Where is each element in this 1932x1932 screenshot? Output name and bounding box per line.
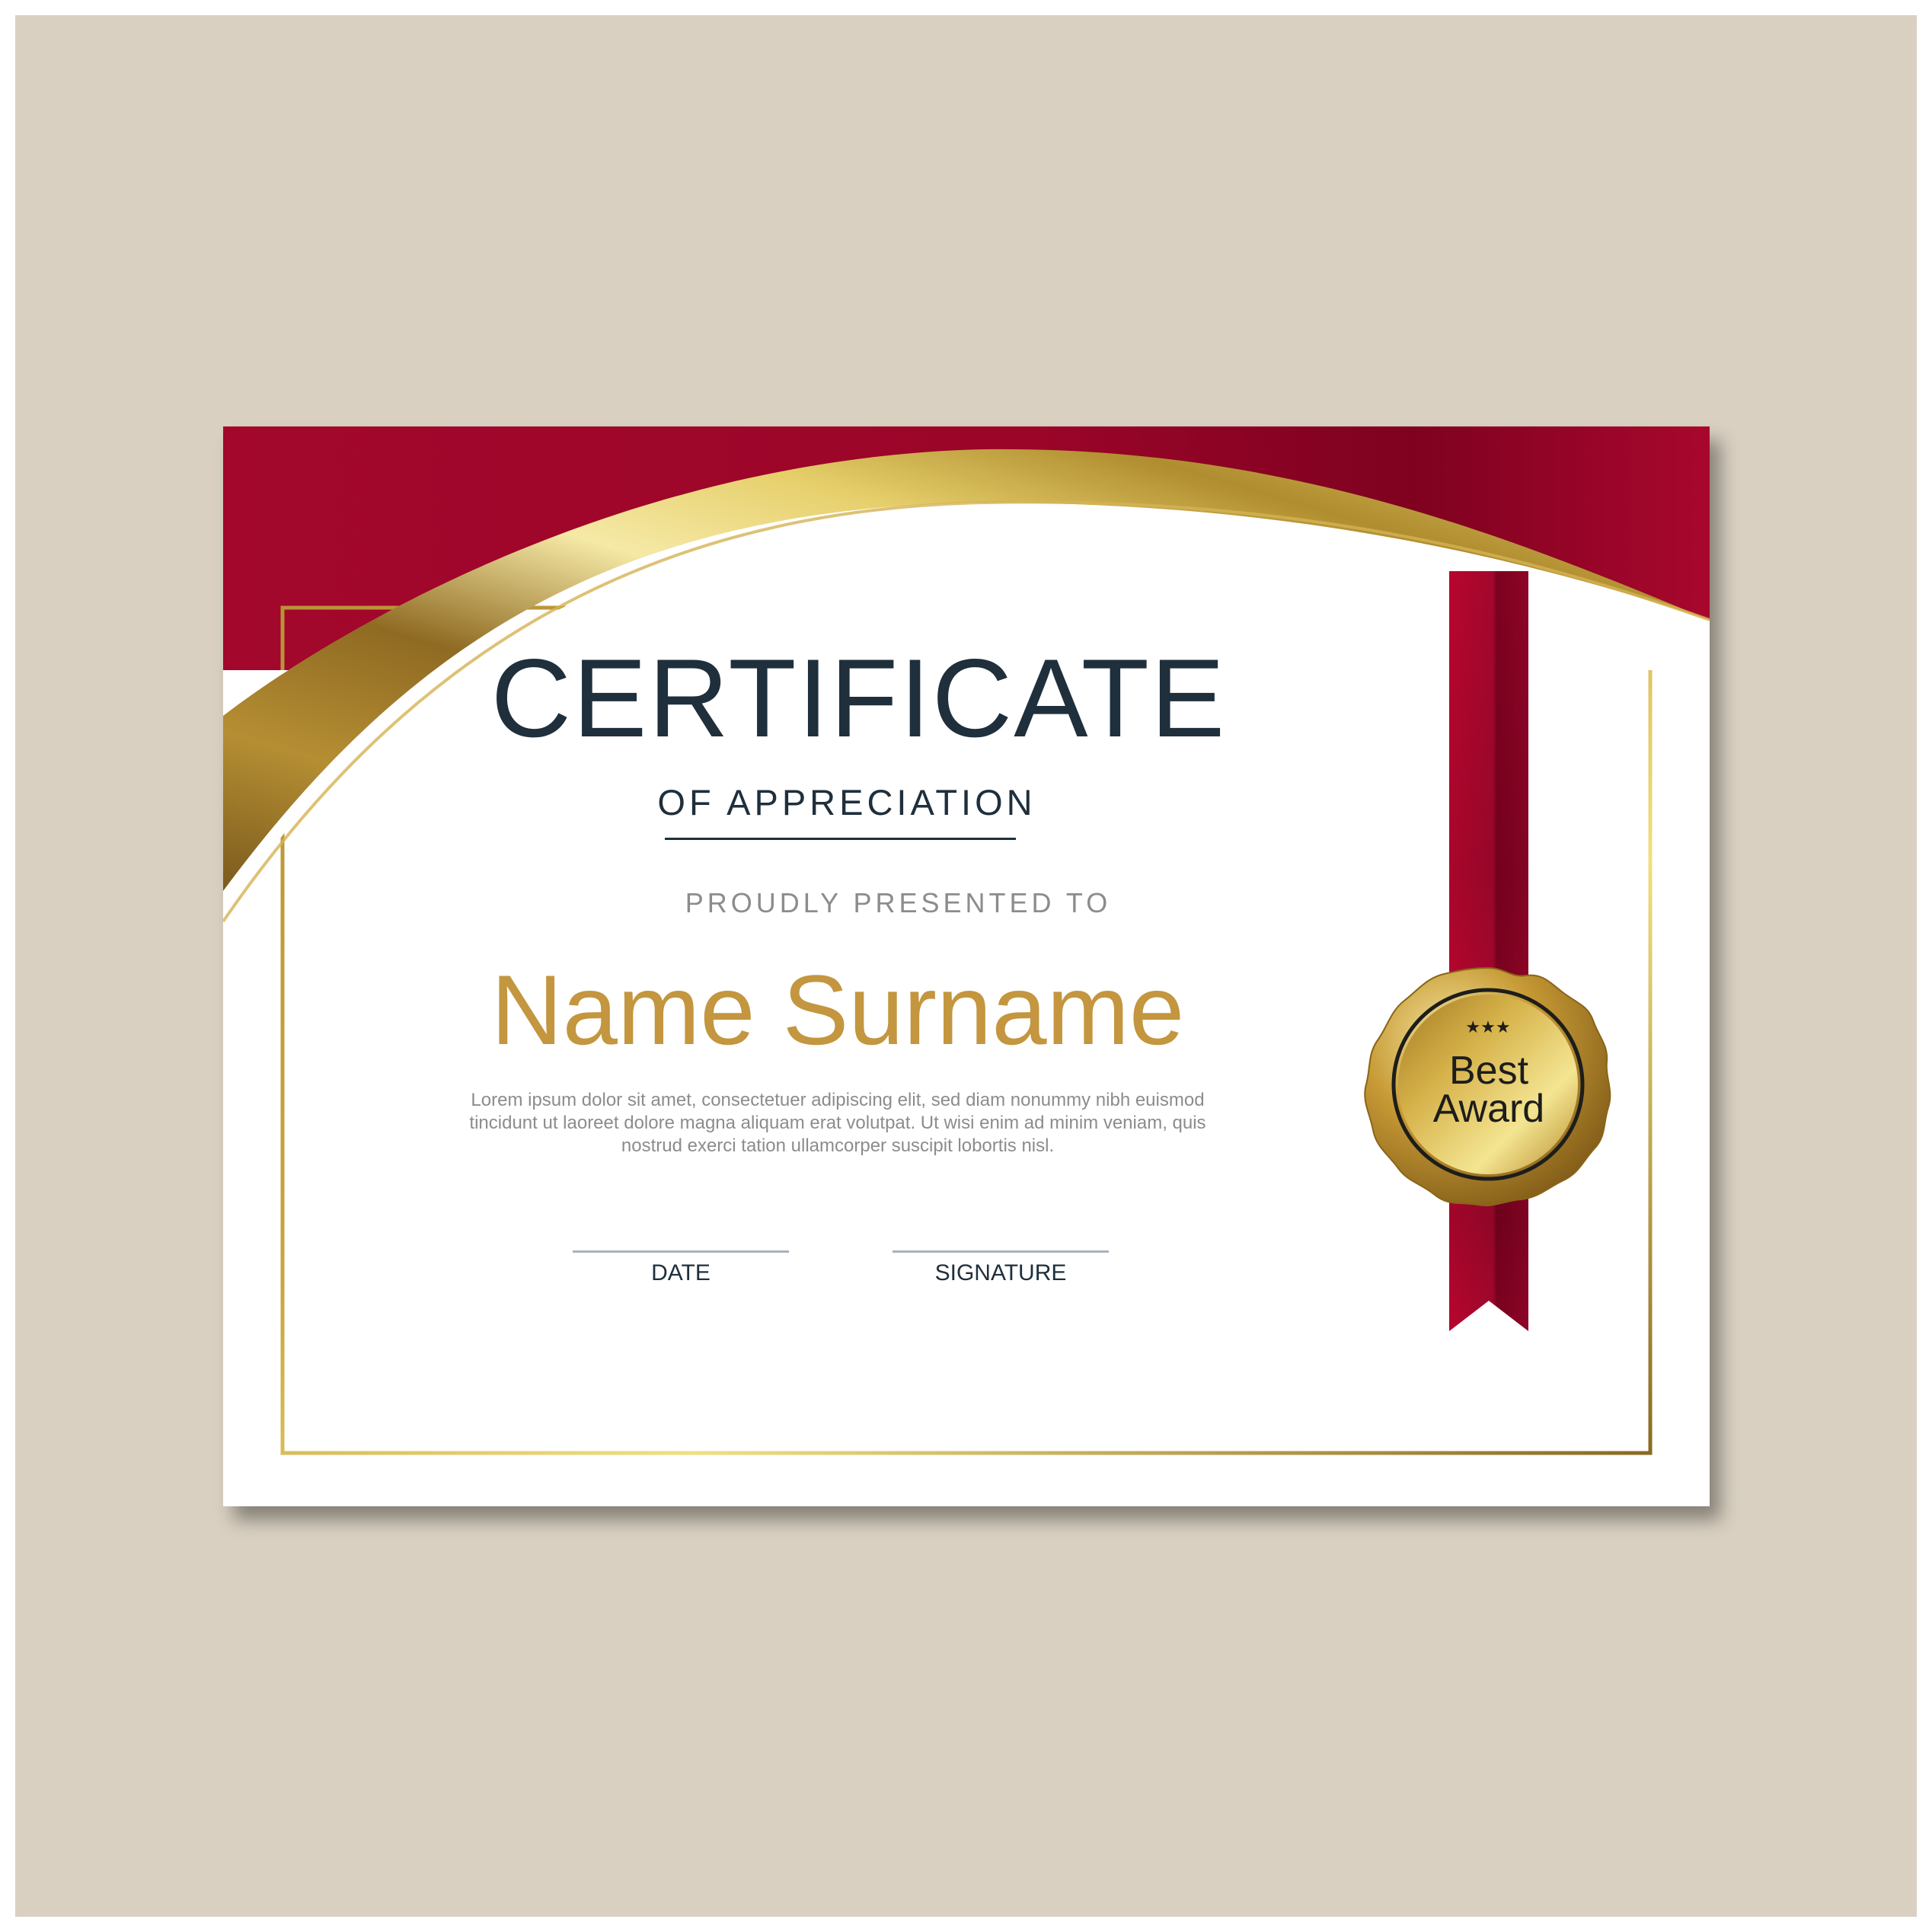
seal-text-line1: Best bbox=[1448, 1049, 1529, 1093]
seal-text-line2: Award bbox=[1432, 1087, 1545, 1131]
presented-to-label: PROUDLY PRESENTED TO bbox=[685, 887, 1112, 918]
date-line bbox=[573, 1250, 789, 1253]
certificate-subtitle: OF APPRECIATION bbox=[657, 782, 1036, 822]
certificate-body-text: Lorem ipsum dolor sit amet, consectetuer… bbox=[469, 1090, 1206, 1156]
certificate-title: CERTIFICATE bbox=[490, 636, 1227, 760]
signature-line bbox=[893, 1250, 1109, 1253]
date-label: DATE bbox=[651, 1260, 711, 1285]
title-underline bbox=[665, 838, 1016, 840]
signature-label: SIGNATURE bbox=[934, 1260, 1067, 1285]
recipient-name: Name Surname bbox=[490, 954, 1185, 1065]
